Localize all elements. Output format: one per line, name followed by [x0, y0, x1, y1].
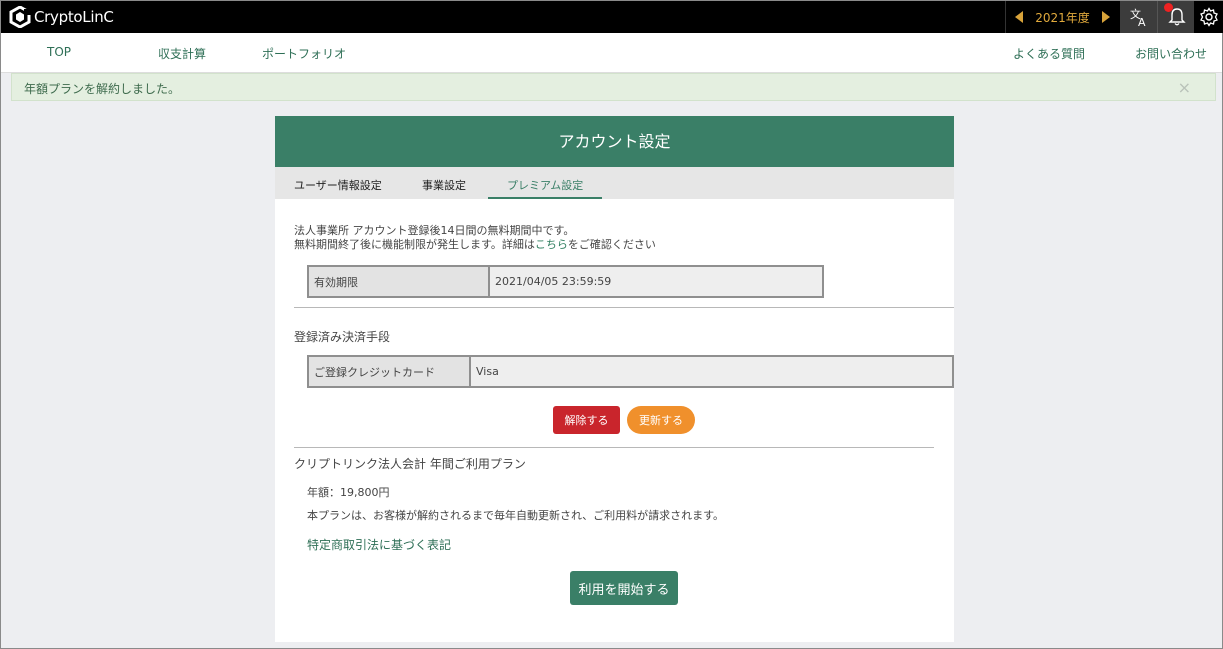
commercial-law-link-wrapper: 特定商取引法に基づく表記 [307, 536, 451, 553]
nav-contact[interactable]: お問い合わせ [1135, 45, 1207, 62]
details-link[interactable]: こちら [535, 238, 568, 251]
tab-business[interactable]: 事業設定 [422, 167, 466, 199]
trial-info-suffix: をご確認ください [567, 238, 656, 251]
start-plan-button[interactable]: 利用を開始する [570, 571, 678, 605]
top-bar: CryptoLinC 2021年度 文 A [1, 1, 1223, 33]
renew-button[interactable]: 更新する [627, 406, 695, 434]
nav-faq[interactable]: よくある質問 [1013, 45, 1085, 62]
page-title: アカウント設定 [275, 116, 954, 167]
cryptolinc-logo-icon [9, 6, 31, 28]
tab-premium[interactable]: プレミアム設定 [488, 167, 603, 199]
expiry-label: 有効期限 [307, 265, 490, 298]
nav-income-calculation[interactable]: 収支計算 [158, 45, 206, 62]
table-row: 有効期限 2021/04/05 23:59:59 [307, 265, 824, 298]
payment-table: ご登録クレジットカード Visa [307, 355, 954, 388]
svg-text:A: A [1138, 16, 1146, 27]
nav-top[interactable]: TOP [47, 45, 71, 59]
logo-text: CryptoLinC [34, 8, 114, 26]
notifications-button[interactable] [1157, 1, 1195, 33]
plan-price: 年額：19,800円 [307, 486, 390, 499]
nav-portfolio[interactable]: ポートフォリオ [262, 45, 346, 62]
translate-icon: 文 A [1130, 7, 1146, 27]
plan-title: クリプトリンク法人会計 年間ご利用プラン [294, 457, 526, 471]
settings-tabs: ユーザー情報設定 事業設定 プレミアム設定 [275, 167, 954, 199]
previous-year-arrow-icon[interactable] [1015, 11, 1023, 23]
credit-card-value: Visa [469, 355, 954, 388]
plan-description: 本プランは、お客様が解約されるまで毎年自動更新され、ご利用料が請求されます。 [307, 509, 725, 522]
free-trial-notice: 法人事業所 アカウント登録後14日間の無料期間中です。 無料期間終了後に機能制限… [294, 224, 656, 252]
divider [294, 307, 954, 308]
expiry-table: 有効期限 2021/04/05 23:59:59 [307, 265, 824, 298]
tab-user-info[interactable]: ユーザー情報設定 [294, 167, 382, 199]
commercial-law-link[interactable]: 特定商取引法に基づく表記 [307, 538, 451, 552]
payment-method-title: 登録済み決済手段 [294, 330, 391, 344]
trial-info-line1: 法人事業所 アカウント登録後14日間の無料期間中です。 [294, 224, 575, 237]
fiscal-year-selector: 2021年度 [1005, 1, 1119, 33]
trial-info-line2: 無料期間終了後に機能制限が発生します。詳細はこちらをご確認ください [294, 238, 656, 252]
notification-badge [1164, 3, 1173, 12]
main-nav: TOP 収支計算 ポートフォリオ よくある質問 お問い合わせ [1, 33, 1222, 73]
cancel-subscription-button[interactable]: 解除する [553, 406, 620, 434]
translate-button[interactable]: 文 A [1120, 1, 1158, 33]
trial-info-text: 無料期間終了後に機能制限が発生します。詳細は [294, 238, 535, 251]
divider [294, 447, 934, 448]
success-alert: 年額プランを解約しました。 × [11, 73, 1216, 101]
gear-icon [1200, 7, 1218, 27]
logo[interactable]: CryptoLinC [9, 6, 114, 28]
table-row: ご登録クレジットカード Visa [307, 355, 954, 388]
alert-message: 年額プランを解約しました。 [24, 82, 181, 96]
account-settings-card: アカウント設定 ユーザー情報設定 事業設定 プレミアム設定 法人事業所 アカウン… [275, 116, 954, 642]
fiscal-year-label: 2021年度 [1035, 10, 1090, 25]
next-year-arrow-icon[interactable] [1101, 11, 1110, 23]
expiry-value: 2021/04/05 23:59:59 [488, 265, 824, 298]
settings-button[interactable] [1194, 1, 1223, 33]
credit-card-label: ご登録クレジットカード [307, 355, 471, 388]
close-icon[interactable]: × [1178, 78, 1191, 97]
